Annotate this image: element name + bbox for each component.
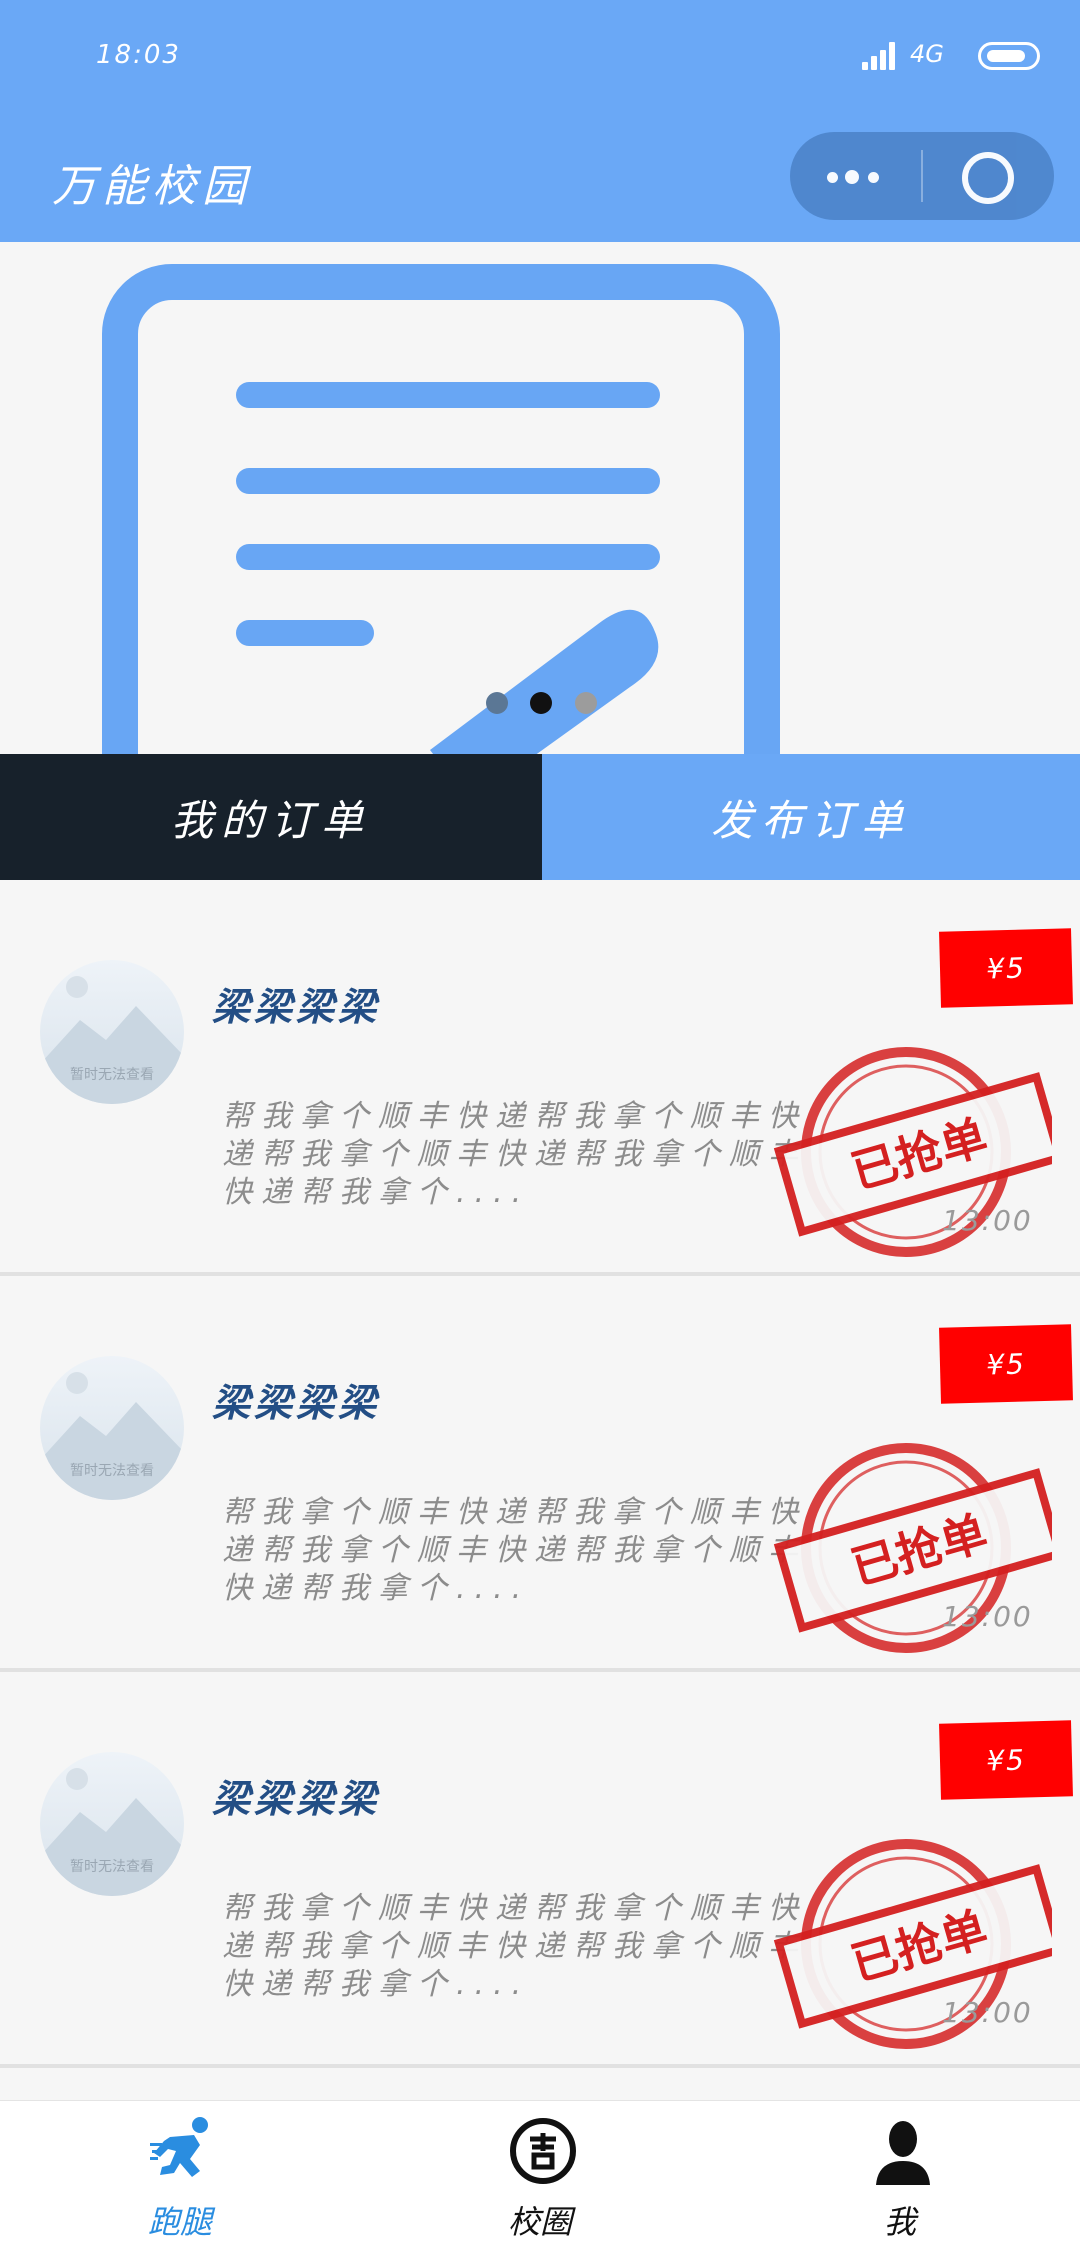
more-button[interactable] [790,132,922,220]
target-icon [962,152,1014,204]
tabbar-item-campus[interactable]: 校圈 [360,2101,720,2249]
order-user-name: 梁梁梁梁 [212,1777,381,1821]
order-time: 13:00 [942,1996,1033,2029]
order-card[interactable]: 暂时无法查看 梁梁梁梁 帮我拿个顺丰快递帮我拿个顺丰快递帮我拿个顺丰快递帮我拿个… [0,1276,1080,1672]
tabbar-label: 跑腿 [147,2203,212,2241]
campus-circle-icon [510,2118,576,2184]
tab-publish-order[interactable]: 发布订单 [542,754,1080,880]
page-title: 万能校园 [52,161,252,212]
tabbar-label: 校圈 [507,2203,572,2241]
carousel-dot-active[interactable] [530,692,552,714]
order-list: 暂时无法查看 梁梁梁梁 帮我拿个顺丰快递帮我拿个顺丰快递帮我拿个顺丰快递帮我拿个… [0,880,1080,2068]
status-time: 18:03 [96,40,181,70]
runner-icon [150,2117,208,2177]
avatar: 暂时无法查看 [40,960,184,1104]
carousel-dot[interactable] [486,692,508,714]
stamp-text: 已抢单 [845,1901,993,1991]
banner-carousel[interactable] [0,242,1080,754]
top-bar: 18:03 4G 万能校园 [0,0,1080,242]
price-badge: ¥5 [939,1324,1073,1404]
order-card[interactable]: 暂时无法查看 梁梁梁梁 帮我拿个顺丰快递帮我拿个顺丰快递帮我拿个顺丰快递帮我拿个… [0,880,1080,1276]
order-user-name: 梁梁梁梁 [212,985,381,1029]
price-badge: ¥5 [939,928,1073,1008]
stamp-text: 已抢单 [845,1505,993,1595]
avatar: 暂时无法查看 [40,1356,184,1500]
carousel-indicator [0,692,1080,722]
avatar-placeholder-text: 暂时无法查看 [70,1859,154,1875]
order-tabs: 我的订单 发布订单 [0,754,1080,880]
bottom-tabbar: 跑腿 校圈 我 [0,2100,1080,2249]
avatar-placeholder-text: 暂时无法查看 [70,1067,154,1083]
order-card[interactable]: 暂时无法查看 梁梁梁梁 帮我拿个顺丰快递帮我拿个顺丰快递帮我拿个顺丰快递帮我拿个… [0,1672,1080,2068]
avatar: 暂时无法查看 [40,1752,184,1896]
order-time: 13:00 [942,1600,1033,1633]
battery-icon [978,42,1040,70]
carousel-dot[interactable] [575,692,597,714]
avatar-placeholder-text: 暂时无法查看 [70,1463,154,1479]
stamp-text: 已抢单 [845,1109,993,1199]
document-edit-icon [102,264,780,754]
miniprogram-capsule [790,132,1054,220]
order-description: 帮我拿个顺丰快递帮我拿个顺丰快递帮我拿个顺丰快递帮我拿个顺丰快递帮我拿个.... [222,1495,807,1606]
order-user-name: 梁梁梁梁 [212,1381,381,1425]
user-icon [876,2121,930,2185]
network-label: 4G [910,40,944,68]
order-description: 帮我拿个顺丰快递帮我拿个顺丰快递帮我拿个顺丰快递帮我拿个顺丰快递帮我拿个.... [222,1891,807,2002]
order-time: 13:00 [942,1204,1033,1237]
signal-icon [862,42,898,70]
tabbar-item-me[interactable]: 我 [720,2101,1080,2249]
order-description: 帮我拿个顺丰快递帮我拿个顺丰快递帮我拿个顺丰快递帮我拿个顺丰快递帮我拿个.... [222,1099,807,1210]
tabbar-label: 我 [883,2203,916,2241]
close-button[interactable] [922,132,1054,220]
tabbar-item-errand[interactable]: 跑腿 [0,2101,360,2249]
price-badge: ¥5 [939,1720,1073,1800]
tab-my-orders[interactable]: 我的订单 [0,754,542,880]
